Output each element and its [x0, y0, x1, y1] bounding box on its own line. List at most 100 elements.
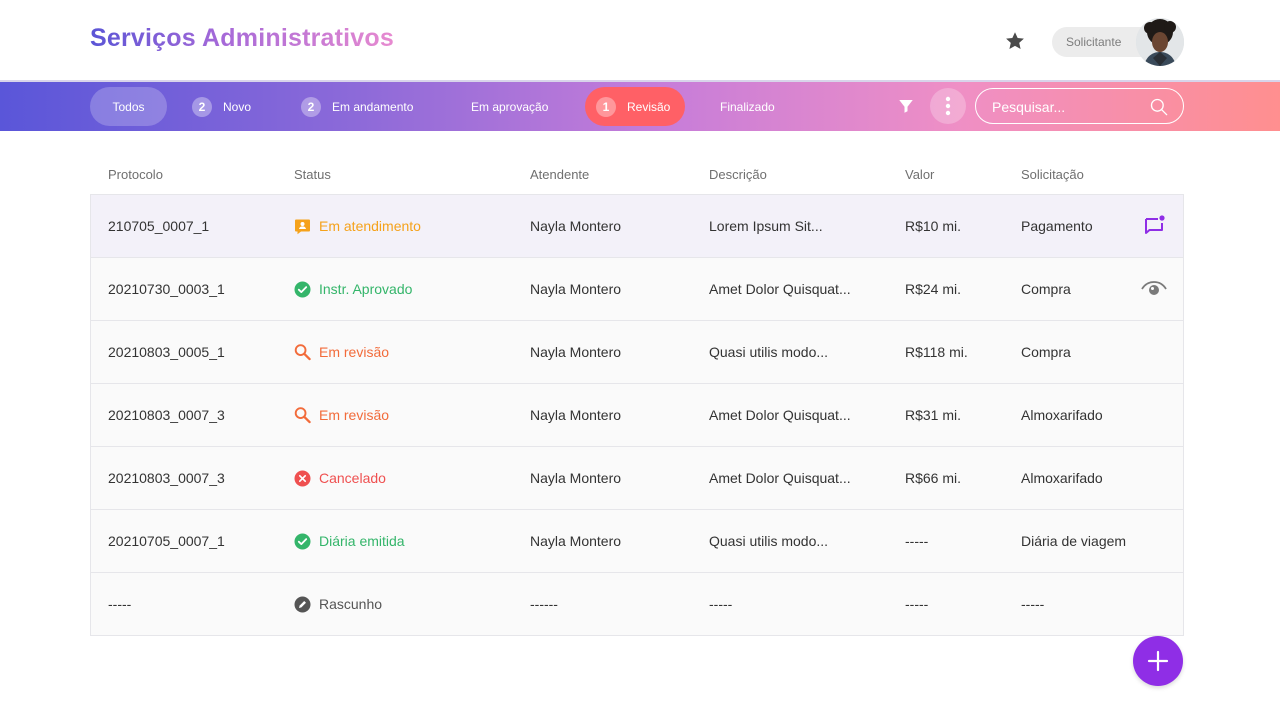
description-cell: Amet Dolor Quisquat...	[709, 407, 851, 423]
check-circle-icon	[294, 533, 311, 550]
status-label: Em revisão	[319, 407, 390, 423]
tab-em-andamento[interactable]: 2 Em andamento	[301, 87, 413, 126]
protocol-cell: 20210705_0007_1	[108, 533, 225, 549]
attendant-cell: Nayla Montero	[530, 470, 622, 486]
protocol-cell: -----	[108, 596, 132, 612]
tab-count-badge: 2	[192, 96, 212, 117]
add-request-button[interactable]	[1133, 636, 1183, 686]
value-cell: R$31 mi.	[905, 407, 962, 423]
status-label: Em revisão	[319, 344, 390, 360]
app-title: Serviços Administrativos	[90, 24, 394, 52]
status-label: Cancelado	[319, 470, 386, 486]
search-icon	[294, 344, 311, 361]
status-cell: Em atendimento	[294, 195, 421, 257]
tab-em-aprovacao[interactable]: Em aprovação	[471, 87, 548, 126]
pencil-circle-icon	[294, 596, 311, 613]
description-cell: Lorem Ipsum Sit...	[709, 218, 823, 234]
user-role: Solicitante	[1066, 35, 1122, 49]
tab-label: Finalizado	[720, 99, 775, 114]
protocol-cell: 20210803_0007_3	[108, 407, 225, 423]
avatar[interactable]	[1136, 18, 1184, 66]
status-filter-bar: Todos 2 Novo 2 Em andamento Em aprovação…	[0, 82, 1280, 131]
column-header-solicitacao[interactable]: Solicitação	[1021, 167, 1084, 182]
status-cell: Em revisão	[294, 321, 389, 383]
table-row[interactable]: 210705_0007_1 Em atendimento Nayla Monte…	[91, 195, 1183, 258]
value-cell: -----	[905, 596, 929, 612]
tab-finalizado[interactable]: Finalizado	[720, 87, 775, 126]
filter-icon[interactable]	[895, 95, 917, 117]
column-header-protocolo[interactable]: Protocolo	[108, 167, 163, 182]
plus-icon	[1147, 650, 1169, 672]
protocol-cell: 20210803_0007_3	[108, 470, 225, 486]
status-cell: Diária emitida	[294, 510, 405, 572]
tab-revisao[interactable]: 1 Revisão	[585, 87, 685, 126]
table-row[interactable]: 20210705_0007_1 Diária emitida Nayla Mon…	[91, 510, 1183, 573]
value-cell: -----	[905, 533, 929, 549]
status-label: Diária emitida	[319, 533, 405, 549]
app-header: Serviços Administrativos Solicitante	[0, 0, 1280, 80]
protocol-cell: 20210730_0003_1	[108, 281, 225, 297]
table-row[interactable]: 20210803_0007_3 Em revisão Nayla Montero…	[91, 384, 1183, 447]
request-type-cell: Compra	[1021, 281, 1071, 297]
eye-icon[interactable]	[1141, 277, 1167, 301]
protocol-cell: 20210803_0005_1	[108, 344, 225, 360]
description-cell: Amet Dolor Quisquat...	[709, 281, 851, 297]
attendant-cell: ------	[530, 596, 558, 612]
attendant-cell: Nayla Montero	[530, 281, 622, 297]
search-input[interactable]	[992, 97, 1142, 117]
tab-novo[interactable]: 2 Novo	[192, 87, 251, 126]
request-type-cell: Diária de viagem	[1021, 533, 1127, 549]
value-cell: R$10 mi.	[905, 218, 962, 234]
table-row[interactable]: 20210730_0003_1 Instr. Aprovado Nayla Mo…	[91, 258, 1183, 321]
column-header-status[interactable]: Status	[294, 167, 331, 182]
tab-todos[interactable]: Todos	[90, 87, 167, 126]
description-cell: Quasi utilis modo...	[709, 344, 829, 360]
search-icon	[294, 407, 311, 424]
status-label: Em atendimento	[319, 218, 421, 234]
column-header-atendente[interactable]: Atendente	[530, 167, 589, 182]
tab-count-badge: 1	[596, 96, 616, 117]
table-row[interactable]: ----- Rascunho ------ ----- ----- -----	[91, 573, 1183, 635]
request-type-cell: Compra	[1021, 344, 1071, 360]
status-label: Instr. Aprovado	[319, 281, 413, 297]
status-cell: Instr. Aprovado	[294, 258, 412, 320]
kebab-menu-icon	[945, 96, 951, 116]
tab-label: Em aprovação	[471, 99, 549, 114]
attendant-cell: Nayla Montero	[530, 533, 622, 549]
status-cell: Em revisão	[294, 384, 389, 446]
check-circle-icon	[294, 281, 311, 298]
status-label: Rascunho	[319, 596, 383, 612]
requests-table: 210705_0007_1 Em atendimento Nayla Monte…	[90, 194, 1184, 636]
tab-label: Em andamento	[332, 99, 414, 114]
column-header-valor[interactable]: Valor	[905, 167, 934, 182]
chat-notification-icon[interactable]	[1141, 214, 1167, 238]
table-row[interactable]: 20210803_0005_1 Em revisão Nayla Montero…	[91, 321, 1183, 384]
tab-label: Todos	[112, 99, 145, 114]
x-circle-icon	[294, 470, 311, 487]
protocol-cell: 210705_0007_1	[108, 218, 210, 234]
request-type-cell: Pagamento	[1021, 218, 1093, 234]
description-cell: -----	[709, 596, 733, 612]
tab-count-badge: 2	[301, 96, 321, 117]
request-type-cell: Almoxarifado	[1021, 470, 1103, 486]
status-cell: Rascunho	[294, 573, 382, 635]
request-type-cell: Almoxarifado	[1021, 407, 1103, 423]
description-cell: Quasi utilis modo...	[709, 533, 829, 549]
column-header-descricao[interactable]: Descrição	[709, 167, 767, 182]
star-icon[interactable]	[1002, 28, 1028, 54]
attendant-cell: Nayla Montero	[530, 218, 622, 234]
attendant-cell: Nayla Montero	[530, 407, 622, 423]
attendant-cell: Nayla Montero	[530, 344, 622, 360]
request-type-cell: -----	[1021, 596, 1045, 612]
status-cell: Cancelado	[294, 447, 386, 509]
description-cell: Amet Dolor Quisquat...	[709, 470, 851, 486]
search-icon[interactable]	[1149, 97, 1169, 117]
table-row[interactable]: 20210803_0007_3 Cancelado Nayla Montero …	[91, 447, 1183, 510]
search-box	[975, 88, 1184, 124]
more-options-button[interactable]	[930, 88, 966, 124]
tab-label: Revisão	[627, 99, 671, 114]
value-cell: R$24 mi.	[905, 281, 962, 297]
value-cell: R$118 mi.	[905, 344, 968, 360]
tab-label: Novo	[223, 99, 252, 114]
person-badge-icon	[294, 218, 311, 235]
